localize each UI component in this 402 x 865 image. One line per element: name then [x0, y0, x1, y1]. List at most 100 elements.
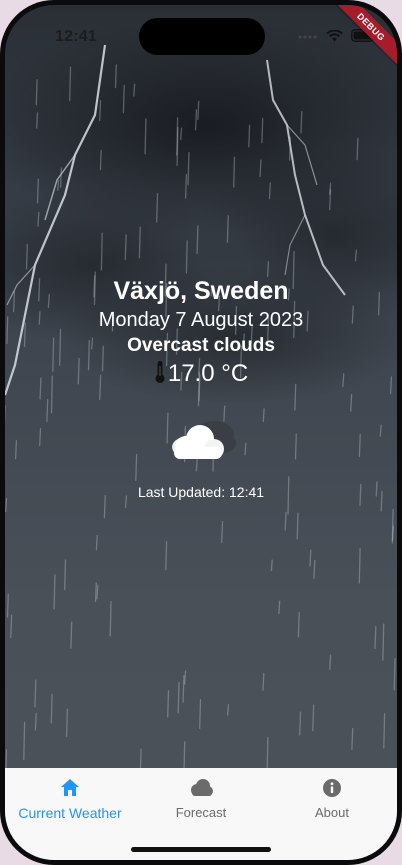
rain-streak	[36, 178, 39, 204]
rain-streak	[124, 234, 127, 261]
rain-streak	[262, 408, 265, 423]
rain-streak	[37, 211, 40, 227]
rain-streak	[36, 112, 39, 129]
rain-streak	[312, 704, 315, 732]
rain-streak	[270, 559, 273, 572]
rain-streak	[35, 79, 38, 106]
rain-streak	[165, 541, 168, 571]
wifi-icon	[326, 29, 343, 47]
signal-icon	[298, 29, 318, 47]
rain-streak	[221, 520, 224, 544]
rain-streak	[167, 690, 170, 718]
rain-streak	[94, 582, 97, 603]
rain-streak	[185, 240, 188, 274]
nav-label: About	[315, 805, 349, 820]
location-title: Växjö, Sweden	[113, 277, 289, 305]
rain-streak	[199, 698, 202, 730]
rain-streak	[46, 398, 49, 422]
date-label: Monday 7 August 2023	[98, 309, 304, 331]
rain-streak	[374, 626, 377, 650]
rain-streak	[358, 547, 361, 584]
rain-streak	[196, 225, 199, 255]
rain-streak	[64, 559, 67, 591]
rain-streak	[233, 156, 236, 188]
rain-streak	[288, 136, 292, 161]
rain-streak	[197, 100, 200, 120]
rain-streak	[329, 654, 332, 670]
rain-streak	[300, 111, 303, 134]
rain-streak	[358, 434, 361, 458]
rain-streak	[383, 713, 386, 749]
rain-streak	[350, 393, 353, 412]
nav-current-weather[interactable]: Current Weather	[5, 778, 135, 821]
rain-streak	[133, 83, 136, 97]
rain-streak	[180, 127, 183, 141]
rain-streak	[297, 612, 300, 638]
rain-streak	[351, 727, 354, 750]
rain-streak	[100, 232, 103, 271]
rain-streak	[329, 189, 332, 211]
rain-streak	[294, 433, 297, 460]
rain-streak	[138, 226, 141, 259]
rain-streak	[59, 167, 63, 188]
rain-streak	[244, 442, 247, 456]
rain-streak	[187, 151, 190, 186]
status-bar: 12:41 DEBUG	[5, 5, 397, 76]
rain-streak	[299, 711, 302, 736]
rain-streak	[144, 118, 147, 155]
rain-streak	[135, 453, 138, 482]
temperature-value: 17.0 °C	[167, 360, 249, 387]
rain-streak	[356, 137, 359, 161]
rain-streak	[109, 601, 112, 637]
nav-about[interactable]: About	[267, 778, 397, 820]
current-weather-panel: Växjö, Sweden Monday 7 August 2023 Overc…	[5, 275, 397, 389]
rain-streak	[182, 674, 185, 703]
rain-streak	[25, 244, 28, 270]
rain-streak	[34, 679, 37, 708]
rain-streak	[194, 109, 198, 131]
rain-streak	[354, 249, 357, 262]
rain-streak	[226, 215, 229, 243]
cloud-icon	[164, 413, 240, 469]
rain-streak	[309, 549, 312, 567]
rain-streak	[14, 440, 18, 460]
rain-streak	[6, 593, 9, 618]
rain-streak	[393, 658, 396, 691]
dynamic-island	[139, 18, 265, 55]
last-updated-label: Last Updated: 12:41	[137, 484, 265, 500]
rain-streak	[34, 712, 37, 731]
rain-streak	[176, 117, 179, 156]
rain-streak	[95, 534, 98, 551]
rain-streak	[122, 85, 125, 114]
rain-streak	[184, 670, 187, 685]
rain-streak	[96, 584, 99, 600]
rain-streak	[259, 159, 262, 178]
rain-streak	[379, 424, 382, 437]
app-screen: 12:41 DEBUG Växjö, Sweden Monday 7 Augus…	[5, 5, 397, 860]
nav-label: Forecast	[175, 805, 227, 820]
rain-streak	[227, 703, 230, 716]
rain-streak	[313, 559, 316, 579]
rain-streak	[23, 721, 26, 761]
rain-streak	[391, 525, 394, 542]
rain-streak	[99, 100, 102, 122]
thermometer-icon	[154, 360, 166, 389]
rain-streak	[248, 124, 251, 148]
rain-streak	[184, 173, 188, 199]
rain-streak	[39, 428, 42, 447]
rain-streak	[50, 693, 53, 724]
cloud-icon	[188, 779, 214, 802]
nav-forecast[interactable]: Forecast	[136, 778, 266, 820]
rain-streak	[284, 511, 287, 531]
rain-streak	[10, 614, 13, 638]
rain-streak	[266, 736, 269, 773]
rain-streak	[177, 682, 180, 714]
rain-streak	[69, 66, 72, 102]
rain-streak	[114, 64, 117, 89]
info-icon	[322, 779, 342, 802]
rain-streak	[278, 600, 281, 615]
rain-streak	[296, 512, 299, 540]
temperature-row: 17.0 °C	[5, 359, 397, 389]
rain-streak	[99, 149, 102, 171]
rain-streak	[70, 621, 73, 649]
